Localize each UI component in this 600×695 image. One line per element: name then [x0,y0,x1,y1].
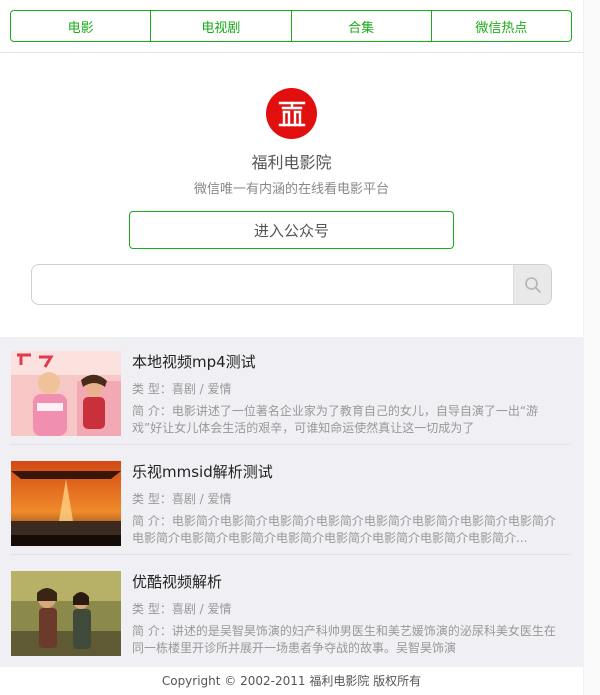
movie-item[interactable]: 乐视mmsid解析测试 类 型：喜剧 / 爱情 简 介：电影简介电影简介电影简介… [0,447,583,555]
scrollbar-track[interactable] [583,0,600,695]
top-nav: 电影 电视剧 合集 微信热点 [10,10,572,42]
site-slogan: 微信唯一有内涵的在线看电影平台 [193,182,389,197]
logo-glyph-icon [278,101,305,126]
search-button[interactable] [513,265,551,304]
movie-summary: 简 介：电影简介电影简介电影简介电影简介电影简介电影简介电影简介电影简介电影简介… [132,514,556,545]
movie-summary: 简 介：讲述的是吴智昊饰演的妇产科帅男医生和美艺媛饰演的泌尿科美女医生在同一栋楼… [132,624,556,655]
movie-title[interactable]: 优酷视频解析 [132,571,222,592]
movie-item[interactable]: 优酷视频解析 类 型：喜剧 / 爱情 简 介：讲述的是吴智昊饰演的妇产科帅男医生… [0,557,583,665]
movie-genre: 类 型：喜剧 / 爱情 [132,492,232,506]
site-logo [266,88,317,139]
search-icon [524,276,541,293]
movie-item[interactable]: 本地视频mp4测试 类 型：喜剧 / 爱情 简 介：电影讲述了一位著名企业家为了… [0,337,583,445]
nav-item-movies[interactable]: 电影 [11,11,152,41]
nav-item-wechat-hot[interactable]: 微信热点 [432,11,571,41]
page: 电影 电视剧 合集 微信热点 福利电影院 微信唯一有内涵的在线看电影平台 进入公… [0,0,583,695]
movie-summary: 简 介：电影讲述了一位著名企业家为了教育自己的女儿，自导自演了一出“游戏”好让女… [132,404,539,435]
search-input[interactable] [32,265,512,304]
follow-account-button[interactable]: 进入公众号 [129,211,454,249]
movie-title[interactable]: 本地视频mp4测试 [132,351,256,372]
movie-poster[interactable] [11,461,121,546]
item-divider [10,444,571,445]
movie-genre: 类 型：喜剧 / 爱情 [132,382,232,396]
nav-item-tv-series[interactable]: 电视剧 [151,11,292,41]
movie-poster[interactable] [11,351,121,436]
movie-poster[interactable] [11,571,121,656]
nav-item-collections[interactable]: 合集 [292,11,432,41]
nav-divider [0,52,583,53]
footer-copyright: Copyright © 2002-2011 福利电影院 版权所有 [161,674,422,688]
item-divider [10,554,571,555]
movie-list: 本地视频mp4测试 类 型：喜剧 / 爱情 简 介：电影讲述了一位著名企业家为了… [0,337,583,667]
movie-genre: 类 型：喜剧 / 爱情 [132,602,232,616]
search-bar [31,264,552,305]
movie-title[interactable]: 乐视mmsid解析测试 [132,461,273,482]
site-name: 福利电影院 [251,153,332,172]
